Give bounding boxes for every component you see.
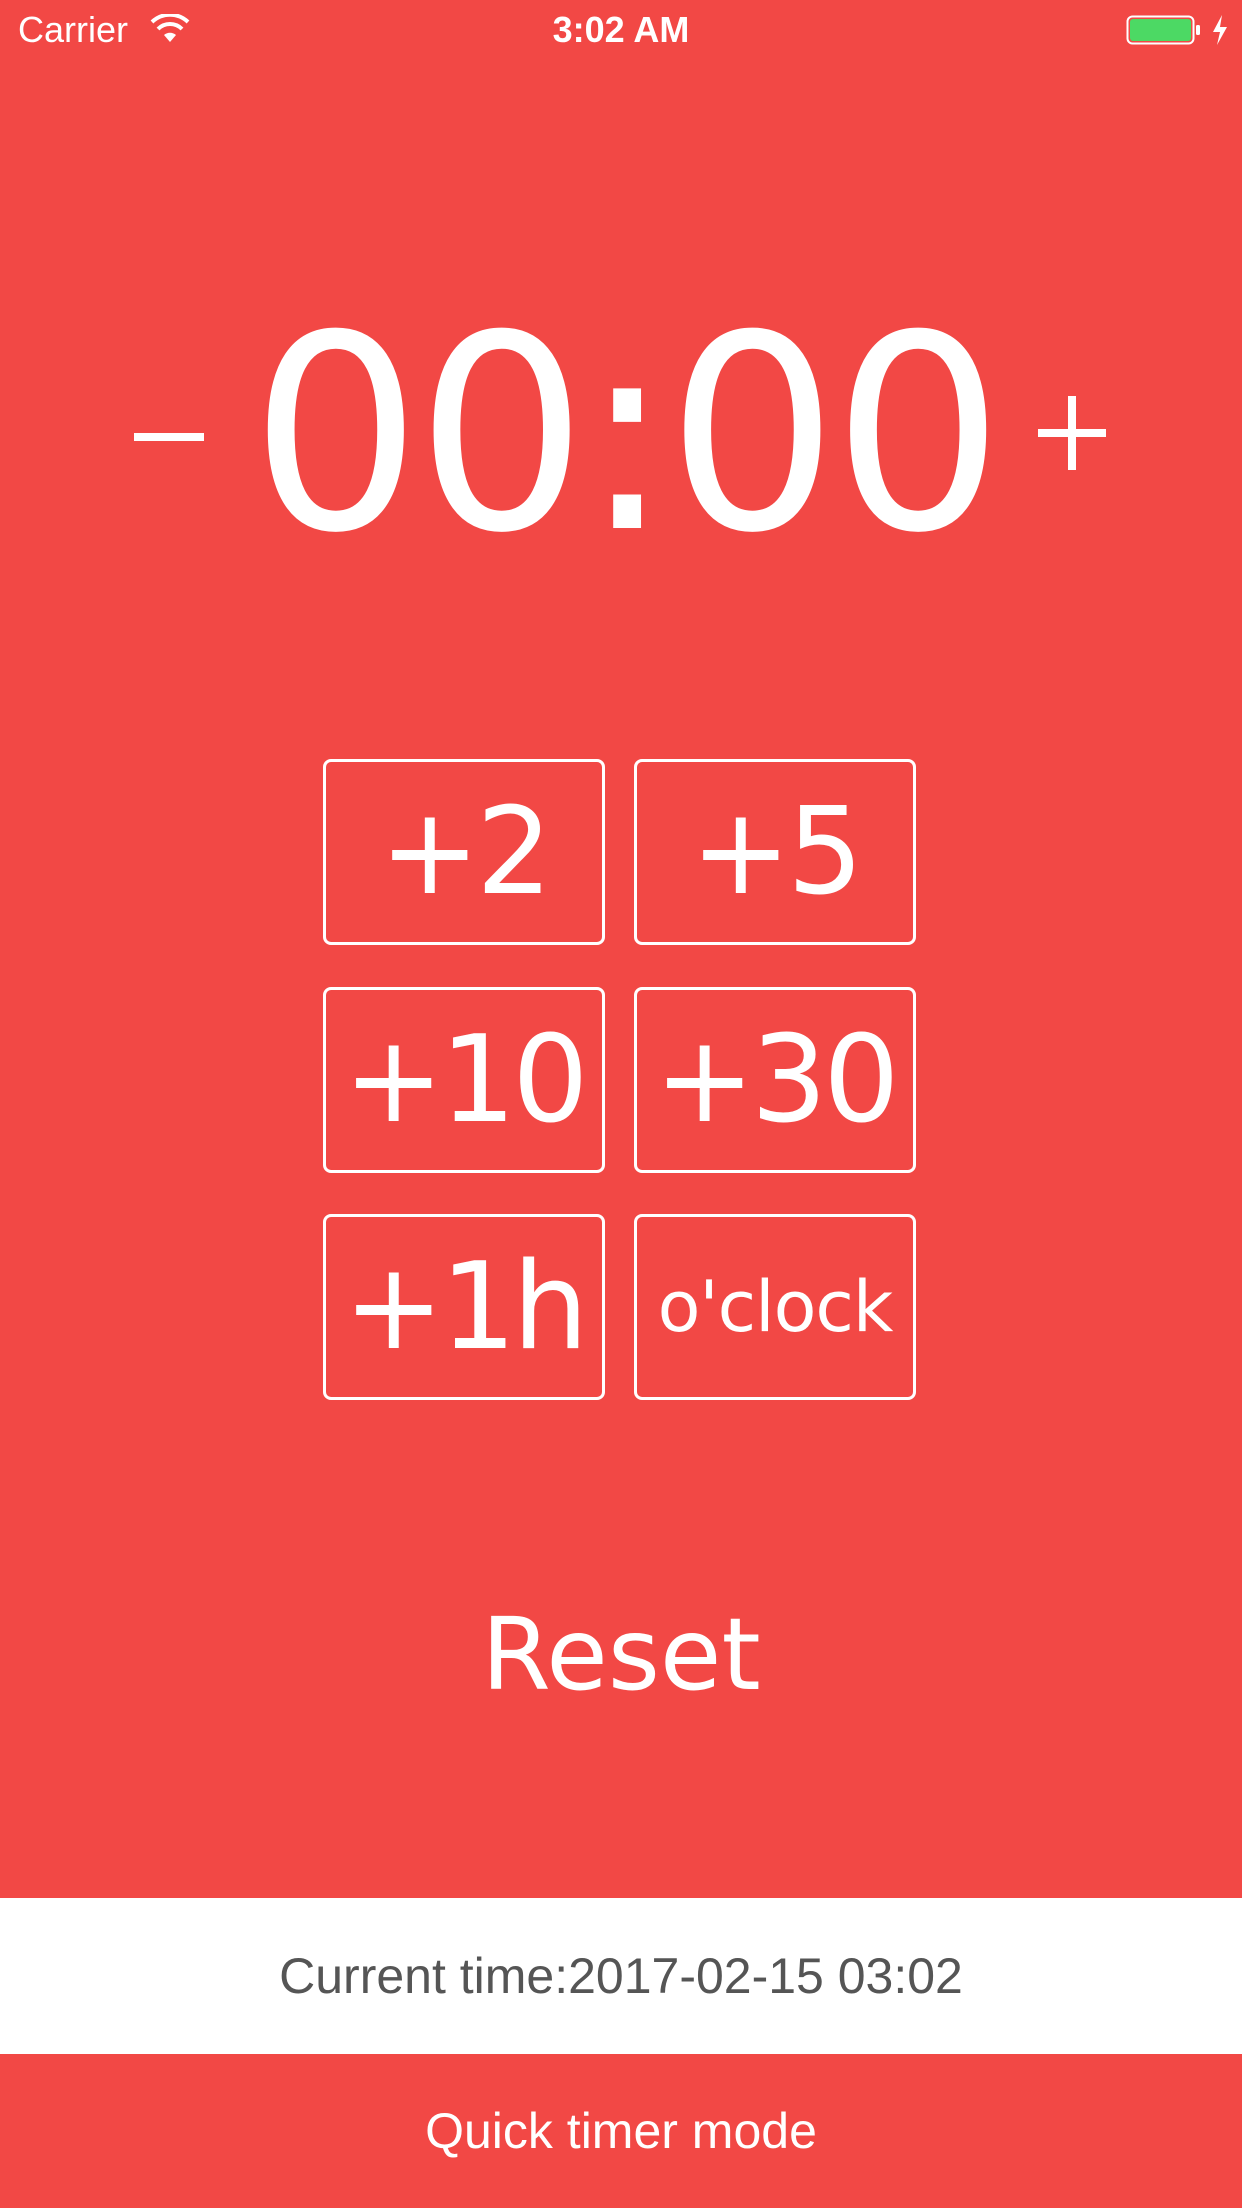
status-bar: Carrier 3:02 AM xyxy=(0,0,1242,60)
add-30-minutes-button[interactable]: +30 xyxy=(634,987,916,1173)
current-time-label: Current time:2017-02-15 03:02 xyxy=(279,1948,963,2004)
oclock-button[interactable]: o'clock xyxy=(634,1214,916,1400)
add-5-minutes-button[interactable]: +5 xyxy=(634,759,916,945)
timer-display: 00:00 xyxy=(250,277,1004,592)
plus-icon-vertical xyxy=(1068,396,1076,470)
add-10-minutes-button[interactable]: +10 xyxy=(323,987,605,1173)
reset-button[interactable]: Reset xyxy=(421,1595,821,1715)
charging-bolt-icon xyxy=(1213,15,1227,45)
battery-icon xyxy=(1126,15,1200,45)
decrease-time-button[interactable] xyxy=(130,388,210,488)
timer-screen: Carrier 3:02 AM 00:00 +2 +5 +10 +30 +1h … xyxy=(0,0,1242,2208)
minus-icon xyxy=(134,433,204,441)
add-2-minutes-button[interactable]: +2 xyxy=(323,759,605,945)
current-time-panel: Current time:2017-02-15 03:02 xyxy=(0,1898,1242,2054)
quick-add-grid: +2 +5 +10 +30 +1h o'clock xyxy=(323,759,919,1405)
quick-timer-mode-button[interactable]: Quick timer mode xyxy=(0,2054,1242,2208)
increase-time-button[interactable] xyxy=(1036,388,1108,478)
status-time: 3:02 AM xyxy=(552,9,690,50)
mode-bar: Quick timer mode xyxy=(0,2054,1242,2208)
add-1-hour-button[interactable]: +1h xyxy=(323,1214,605,1400)
timer-row: 00:00 xyxy=(0,290,1242,580)
